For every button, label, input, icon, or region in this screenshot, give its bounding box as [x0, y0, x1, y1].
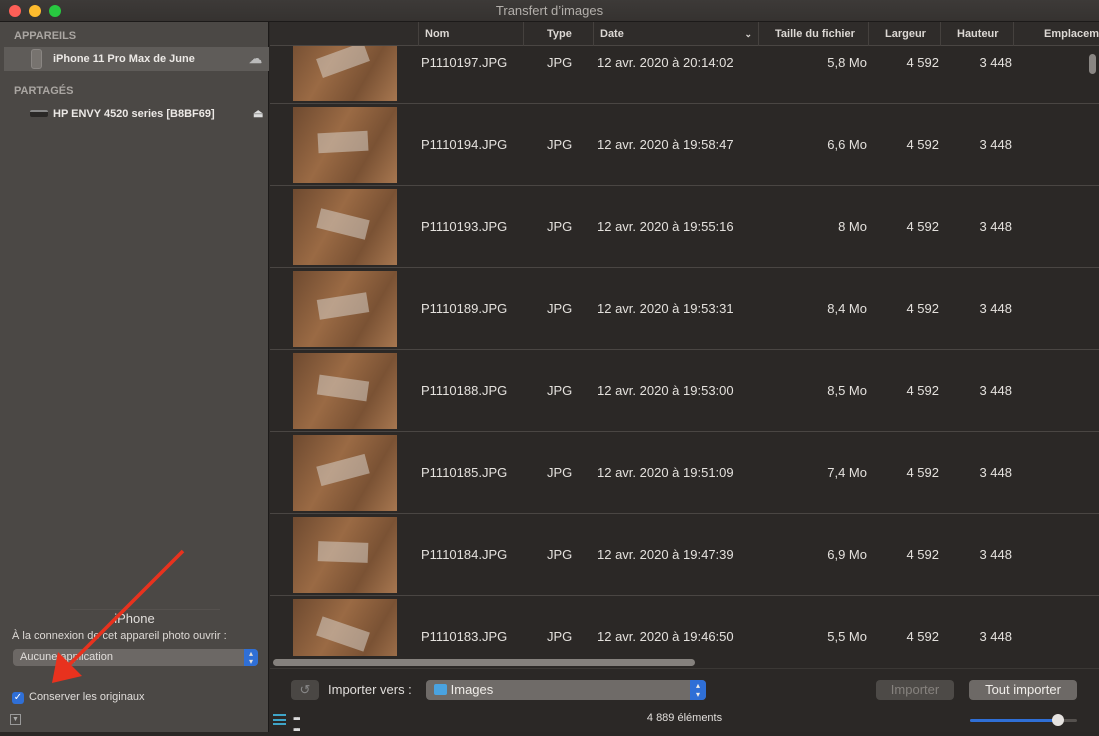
annotation-arrow [52, 549, 185, 683]
